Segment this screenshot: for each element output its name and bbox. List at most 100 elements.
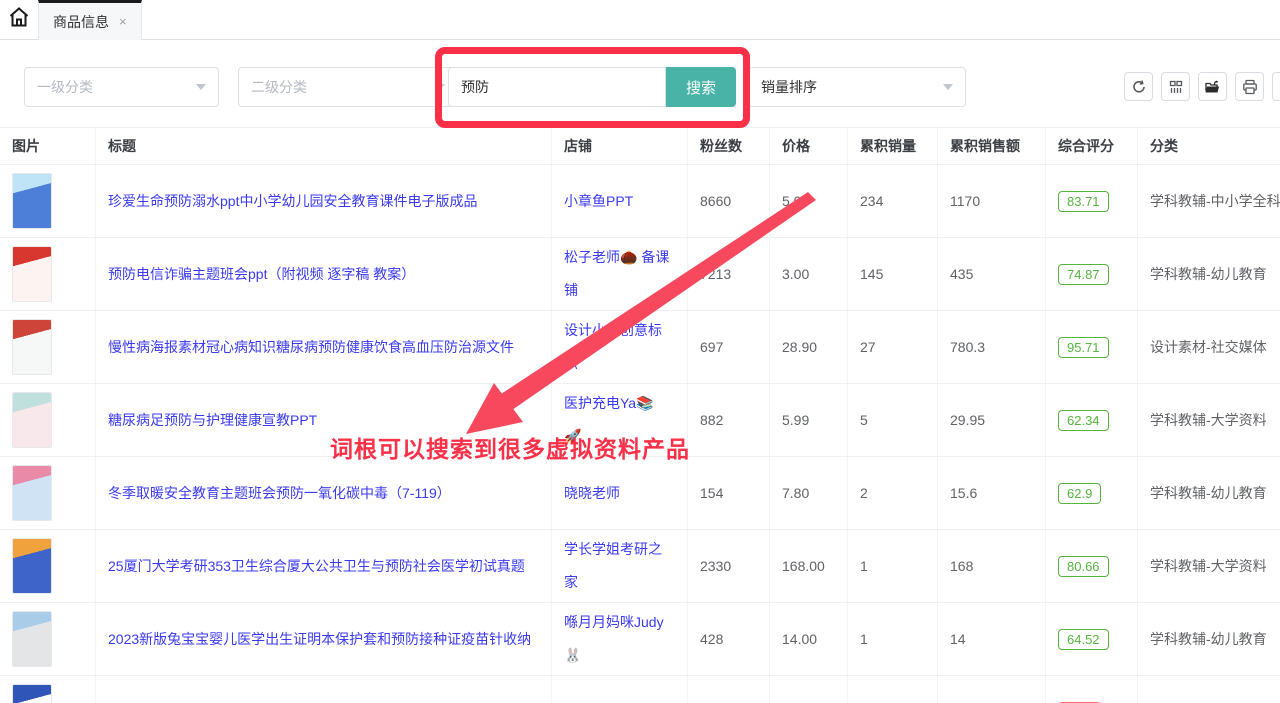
- refresh-icon: [1131, 79, 1147, 95]
- table-header-row: 图片 标题 店铺 粉丝数 价格 累积销量 累积销售额 综合评分 分类: [0, 127, 1280, 165]
- sales-amount-value: 15.6: [938, 457, 1046, 529]
- score-badge: 83.71: [1058, 191, 1109, 212]
- score-badge: 64.52: [1058, 629, 1109, 650]
- print-icon: [1242, 79, 1258, 95]
- export-button[interactable]: [1198, 72, 1227, 101]
- price-value: 5.99: [770, 384, 848, 456]
- sales-amount-value: 14: [938, 603, 1046, 675]
- price-value: 28.90: [770, 311, 848, 383]
- shop-link[interactable]: 华华资料库: [564, 696, 634, 703]
- shop-link[interactable]: 松子老师🌰 备课铺: [564, 241, 675, 307]
- product-info-window: 商品信息 × 一级分类 二级分类 搜索 销量排序: [0, 0, 1280, 703]
- shop-link[interactable]: 学长学姐考研之家: [564, 533, 675, 599]
- more-tool-button[interactable]: [1272, 72, 1280, 101]
- column-settings-button[interactable]: [1161, 72, 1190, 101]
- total-sales-value: 0: [848, 676, 938, 703]
- category-level2-placeholder: 二级分类: [251, 77, 427, 97]
- total-sales-value: 1: [848, 603, 938, 675]
- category-value: 学科教辅-高等教育: [1138, 676, 1280, 703]
- table-row: 预防医学 大学期末考试复习笔记知识点总结题库电子版 华华资料库 2527 2.9…: [0, 676, 1280, 703]
- chevron-down-icon: [943, 84, 953, 90]
- product-title-link[interactable]: 糖尿病足预防与护理健康宣教PPT: [108, 404, 317, 437]
- product-title-link[interactable]: 2023新版兔宝宝婴儿医学出生证明本保护套和预防接种证疫苗针收纳: [108, 623, 531, 656]
- filter-bar: 一级分类 二级分类 搜索 销量排序: [0, 40, 1280, 127]
- header-image: 图片: [0, 128, 96, 164]
- header-price: 价格: [770, 128, 848, 164]
- header-shop: 店铺: [552, 128, 688, 164]
- fans-count: 882: [688, 384, 770, 456]
- category-value: 学科教辅-幼儿教育: [1138, 603, 1280, 675]
- product-title-link[interactable]: 慢性病海报素材冠心病知识糖尿病预防健康饮食高血压防治源文件: [108, 331, 514, 364]
- home-icon: [7, 5, 31, 34]
- product-thumbnail[interactable]: [12, 538, 52, 594]
- chevron-down-icon: [196, 84, 206, 90]
- category-level2-select[interactable]: 二级分类: [238, 67, 458, 107]
- sales-amount-value: 0: [938, 676, 1046, 703]
- product-title-link[interactable]: 25厦门大学考研353卫生综合厦大公共卫生与预防社会医学初试真题: [108, 550, 525, 583]
- header-total-sales: 累积销量: [848, 128, 938, 164]
- product-thumbnail[interactable]: [12, 173, 52, 229]
- tab-close-icon[interactable]: ×: [119, 14, 127, 29]
- product-title-link[interactable]: 预防电信诈骗主题班会ppt（附视频 逐字稿 教案）: [108, 258, 415, 291]
- table-row: 冬季取暖安全教育主题班会预防一氧化碳中毒（7-119） 晓晓老师 154 7.8…: [0, 457, 1280, 530]
- home-button[interactable]: [0, 0, 38, 39]
- sales-amount-value: 168: [938, 530, 1046, 602]
- tab-bar: 商品信息 ×: [0, 0, 1280, 40]
- fans-count: 428: [688, 603, 770, 675]
- product-thumbnail[interactable]: [12, 246, 52, 302]
- category-value: 学科教辅-中小学全科: [1138, 165, 1280, 237]
- search-input[interactable]: [448, 67, 666, 107]
- shop-link[interactable]: 设计小保创意标识: [564, 314, 675, 380]
- print-button[interactable]: [1235, 72, 1264, 101]
- sales-amount-value: 780.3: [938, 311, 1046, 383]
- price-value: 168.00: [770, 530, 848, 602]
- tab-label: 商品信息: [53, 12, 109, 32]
- category-value: 学科教辅-幼儿教育: [1138, 238, 1280, 310]
- shop-link[interactable]: 晓晓老师: [564, 477, 620, 510]
- category-value: 学科教辅-大学资料: [1138, 530, 1280, 602]
- table-row: 2023新版兔宝宝婴儿医学出生证明本保护套和预防接种证疫苗针收纳 喺月月妈咪Ju…: [0, 603, 1280, 676]
- score-badge: 80.66: [1058, 556, 1109, 577]
- table-row: 糖尿病足预防与护理健康宣教PPT 医护充电Ya📚 🚀 882 5.99 5 29…: [0, 384, 1280, 457]
- product-thumbnail[interactable]: [12, 611, 52, 667]
- refresh-button[interactable]: [1124, 72, 1153, 101]
- category-value: 学科教辅-大学资料: [1138, 384, 1280, 456]
- product-table: 图片 标题 店铺 粉丝数 价格 累积销量 累积销售额 综合评分 分类 珍爱生命预…: [0, 127, 1280, 703]
- product-thumbnail[interactable]: [12, 684, 52, 703]
- product-title-link[interactable]: 珍爱生命预防溺水ppt中小学幼儿园安全教育课件电子版成品: [108, 185, 477, 218]
- chevron-down-icon: [435, 84, 445, 90]
- total-sales-value: 2: [848, 457, 938, 529]
- category-level1-placeholder: 一级分类: [37, 77, 188, 97]
- product-thumbnail[interactable]: [12, 392, 52, 448]
- total-sales-value: 234: [848, 165, 938, 237]
- price-value: 5.00: [770, 165, 848, 237]
- total-sales-value: 1: [848, 530, 938, 602]
- header-category: 分类: [1138, 128, 1280, 164]
- search-group: 搜索: [448, 67, 736, 107]
- table-row: 25厦门大学考研353卫生综合厦大公共卫生与预防社会医学初试真题 学长学姐考研之…: [0, 530, 1280, 603]
- shop-link[interactable]: 医护充电Ya📚 🚀: [564, 387, 654, 453]
- product-title-link[interactable]: 预防医学 大学期末考试复习笔记知识点总结题库电子版: [108, 696, 448, 703]
- product-thumbnail[interactable]: [12, 319, 52, 375]
- fans-count: 7213: [688, 238, 770, 310]
- price-value: 3.00: [770, 238, 848, 310]
- fans-count: 8660: [688, 165, 770, 237]
- product-title-link[interactable]: 冬季取暖安全教育主题班会预防一氧化碳中毒（7-119）: [108, 477, 451, 510]
- sales-amount-value: 435: [938, 238, 1046, 310]
- shop-link[interactable]: 喺月月妈咪Judy 🐰: [564, 606, 664, 672]
- table-row: 预防电信诈骗主题班会ppt（附视频 逐字稿 教案） 松子老师🌰 备课铺 7213…: [0, 238, 1280, 311]
- tab-product-info[interactable]: 商品信息 ×: [38, 0, 142, 40]
- sort-select-value: 销量排序: [761, 77, 935, 97]
- fans-count: 154: [688, 457, 770, 529]
- product-thumbnail[interactable]: [12, 465, 52, 521]
- category-level1-select[interactable]: 一级分类: [24, 67, 219, 107]
- search-button[interactable]: 搜索: [666, 67, 736, 107]
- score-badge: 62.34: [1058, 410, 1109, 431]
- price-value: 14.00: [770, 603, 848, 675]
- shop-link[interactable]: 小章鱼PPT: [564, 185, 633, 218]
- sales-amount-value: 1170: [938, 165, 1046, 237]
- sort-select[interactable]: 销量排序: [748, 67, 966, 107]
- header-fans: 粉丝数: [688, 128, 770, 164]
- category-value: 学科教辅-幼儿教育: [1138, 457, 1280, 529]
- header-title: 标题: [96, 128, 552, 164]
